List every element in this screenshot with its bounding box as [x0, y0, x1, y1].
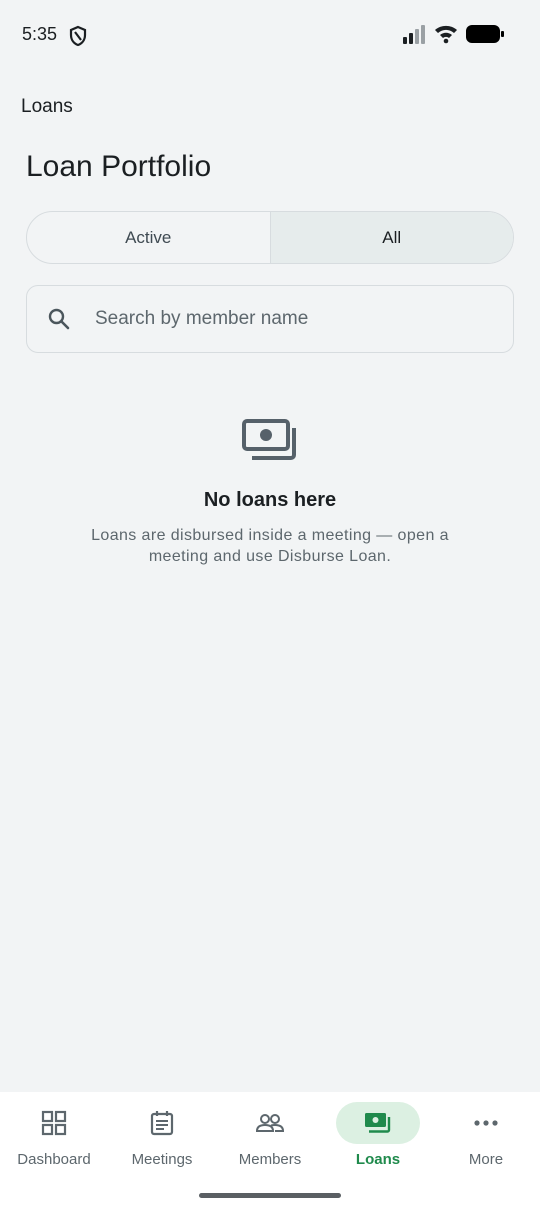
nav-meetings-label: Meetings — [131, 1151, 193, 1168]
search-icon — [48, 308, 70, 330]
wifi-icon — [435, 25, 457, 44]
filter-active-button[interactable]: Active — [27, 212, 270, 263]
page-title: Loan Portfolio — [26, 150, 212, 183]
empty-state-title: No loans here — [203, 489, 337, 511]
status-bar: 5:35 — [0, 0, 540, 70]
status-time: 5:35 — [22, 24, 58, 44]
filter-all-button[interactable]: All — [269, 212, 513, 263]
loan-filter-toggle: Active All — [26, 211, 514, 264]
nav-more-label: More — [468, 1151, 504, 1168]
search-field[interactable] — [26, 285, 514, 353]
gesture-bar[interactable] — [199, 1193, 341, 1198]
shield-icon — [69, 25, 87, 47]
status-icons — [402, 24, 504, 44]
nav-dashboard[interactable]: Dashboard — [0, 1092, 108, 1212]
nav-members-indicator — [228, 1102, 312, 1144]
loans-icon — [365, 1113, 391, 1133]
nav-more[interactable]: More — [432, 1092, 540, 1212]
search-input[interactable] — [95, 286, 495, 352]
signal-icon — [403, 25, 425, 44]
app-bar-title: Loans — [21, 96, 73, 117]
nav-dashboard-indicator — [12, 1102, 96, 1144]
nav-loans-label: Loans — [355, 1151, 401, 1168]
nav-more-indicator — [444, 1102, 528, 1144]
dashboard-icon — [41, 1110, 67, 1136]
members-icon — [255, 1114, 285, 1132]
loans-screen: 5:35 Loans Loan Portfolio Active All Sea… — [0, 0, 540, 1212]
more-icon — [474, 1120, 498, 1126]
battery-icon — [466, 25, 504, 43]
meetings-icon — [150, 1111, 174, 1136]
nav-dashboard-label: Dashboard — [17, 1151, 91, 1168]
nav-loans-indicator — [336, 1102, 420, 1144]
money-icon — [242, 419, 296, 460]
nav-meetings-indicator — [120, 1102, 204, 1144]
empty-state-description: Loans are disbursed inside a meeting — o… — [91, 527, 449, 565]
nav-members-label: Members — [238, 1151, 302, 1168]
